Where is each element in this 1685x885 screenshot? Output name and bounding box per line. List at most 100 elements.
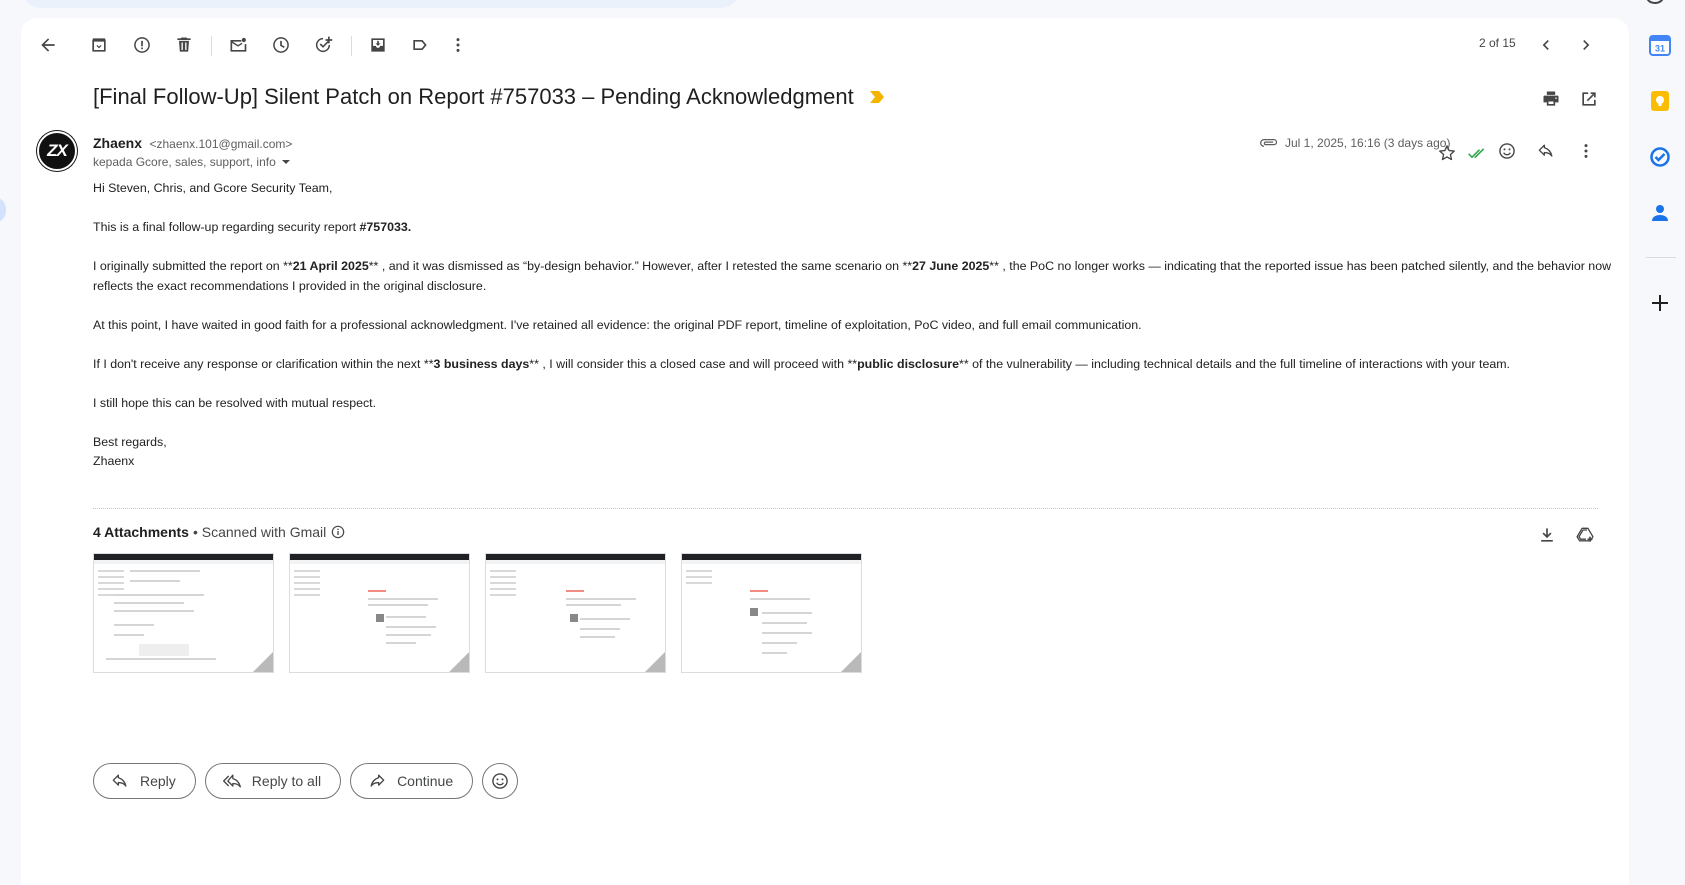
p4-c: ** , I will consider this a closed case … xyxy=(529,356,858,371)
label-icon xyxy=(413,40,427,50)
closing: Best regards, xyxy=(93,434,167,449)
plus-icon xyxy=(1652,295,1668,311)
older-button[interactable] xyxy=(1569,28,1603,62)
paragraph-5: I still hope this can be resolved with m… xyxy=(93,395,377,410)
double-check-icon xyxy=(1468,148,1485,159)
print-button[interactable] xyxy=(1534,82,1568,116)
calendar-app-button[interactable]: 31 xyxy=(1647,32,1673,58)
p4-disclosure: public disclosure xyxy=(857,356,959,371)
greeting: Hi Steven, Chris, and Gcore Security Tea… xyxy=(93,181,333,195)
search-bar-remnant[interactable] xyxy=(22,0,740,8)
read-receipt-indicator xyxy=(1460,136,1494,170)
forward-icon xyxy=(370,774,385,787)
paragraph-2: I originally submitted the report on ** 2… xyxy=(93,257,1613,296)
star-button[interactable] xyxy=(1430,136,1464,170)
date-line: Jul 1, 2025, 16:16 (3 days ago) xyxy=(1259,136,1450,150)
importance-marker-icon[interactable] xyxy=(869,90,885,104)
reply-actions: Reply Reply to all Continue xyxy=(93,763,519,799)
paragraph-1: This is a final follow-up regarding secu… xyxy=(93,218,1613,238)
report-icon xyxy=(134,37,150,53)
attachment-thumbnail[interactable] xyxy=(681,553,862,673)
message-date: Jul 1, 2025, 16:16 (3 days ago) xyxy=(1285,136,1451,150)
message-panel: 2 of 15 [Final Follow-Up] Silent Patch o… xyxy=(21,18,1629,885)
reply-icon xyxy=(112,774,127,787)
side-panel-rail: 31 xyxy=(1638,0,1685,885)
report-id: #757033. xyxy=(359,220,412,234)
attachment-thumbnail[interactable] xyxy=(289,553,470,673)
paragraph-1-text: This is a final follow-up regarding secu… xyxy=(93,220,360,234)
snooze-button[interactable] xyxy=(264,28,298,62)
attachment-thumbnail[interactable] xyxy=(485,553,666,673)
caret-down-icon[interactable] xyxy=(280,156,292,168)
tasks-app-button[interactable] xyxy=(1647,144,1673,170)
drive-add-icon xyxy=(1576,527,1594,542)
clock-icon xyxy=(273,37,289,53)
forward-button[interactable]: Continue xyxy=(350,763,474,799)
p4-e: ** of the vulnerability — including tech… xyxy=(959,356,1510,371)
attachments-divider xyxy=(93,508,1598,509)
arrow-back-icon xyxy=(41,38,55,52)
delete-button[interactable] xyxy=(167,28,201,62)
report-spam-button[interactable] xyxy=(125,28,159,62)
attachments-header: 4 Attachments • Scanned with Gmail xyxy=(93,524,346,540)
smiley-icon xyxy=(492,773,508,789)
print-icon xyxy=(1543,91,1559,106)
scanned-label: • Scanned with Gmail xyxy=(192,524,327,540)
signature: Zhaenx xyxy=(93,454,135,468)
download-all-button[interactable] xyxy=(1530,518,1564,552)
tasks-icon xyxy=(1650,147,1670,167)
reply-button[interactable]: Reply xyxy=(93,763,196,799)
more-vert-icon xyxy=(1584,144,1588,158)
svg-text:31: 31 xyxy=(1655,44,1665,54)
reply-all-button[interactable]: Reply to all xyxy=(204,763,342,799)
p2-a: I originally submitted the report on ** xyxy=(93,259,293,273)
recipients-line[interactable]: kepada Gcore, sales, support, info xyxy=(93,155,292,169)
emoji-button[interactable] xyxy=(482,763,519,799)
sender-email: <zhaenx.101@gmail.com> xyxy=(149,137,293,151)
chevron-right-icon xyxy=(1583,40,1590,50)
message-body: Hi Steven, Chris, and Gcore Security Tea… xyxy=(93,179,1613,472)
sidebar-active-indicator xyxy=(0,197,6,223)
calendar-icon: 31 xyxy=(1649,35,1671,56)
reply-button-header[interactable] xyxy=(1529,134,1563,168)
newer-button[interactable] xyxy=(1529,28,1563,62)
more-vert-icon xyxy=(456,38,460,52)
attachments-count: 4 Attachments xyxy=(93,524,189,540)
message-toolbar: 2 of 15 xyxy=(21,18,1629,66)
emoji-reaction-button[interactable] xyxy=(1490,134,1524,168)
p2-c: ** , and it was dismissed as “by-design … xyxy=(368,259,913,273)
more-options-button[interactable] xyxy=(441,28,475,62)
add-task-icon xyxy=(315,36,333,53)
contacts-icon xyxy=(1652,205,1668,221)
more-message-options-button[interactable] xyxy=(1569,134,1603,168)
back-button[interactable] xyxy=(31,28,65,62)
get-addons-button[interactable] xyxy=(1647,290,1673,316)
star-icon xyxy=(1439,145,1455,161)
contacts-app-button[interactable] xyxy=(1647,200,1673,226)
reply-label: Reply xyxy=(140,773,176,789)
info-icon[interactable] xyxy=(330,524,346,540)
p4-deadline: 3 business days xyxy=(433,356,530,371)
download-icon xyxy=(1541,528,1553,542)
attachment-icon xyxy=(1260,139,1278,147)
add-to-drive-button[interactable] xyxy=(1568,518,1602,552)
rail-divider xyxy=(1646,257,1676,258)
trash-icon xyxy=(177,37,191,52)
p2-date-2: 27 June 2025 xyxy=(912,259,990,273)
keep-app-button[interactable] xyxy=(1647,88,1673,114)
add-to-tasks-button[interactable] xyxy=(306,28,340,62)
move-to-button[interactable] xyxy=(361,28,395,62)
mark-unread-button[interactable] xyxy=(221,28,255,62)
sender-name[interactable]: Zhaenx xyxy=(93,135,142,151)
attachment-thumbnail[interactable] xyxy=(93,553,274,673)
p4-a: If I don't receive any response or clari… xyxy=(93,356,434,371)
reply-all-icon xyxy=(222,774,241,788)
mark-unread-icon xyxy=(230,37,247,52)
sender-avatar[interactable]: ZX xyxy=(37,131,77,171)
chevron-left-icon xyxy=(1542,40,1549,50)
archive-button[interactable] xyxy=(82,28,116,62)
open-new-window-button[interactable] xyxy=(1572,82,1606,116)
move-to-inbox-icon xyxy=(371,38,385,52)
label-button[interactable] xyxy=(403,28,437,62)
forward-label: Continue xyxy=(397,773,454,789)
